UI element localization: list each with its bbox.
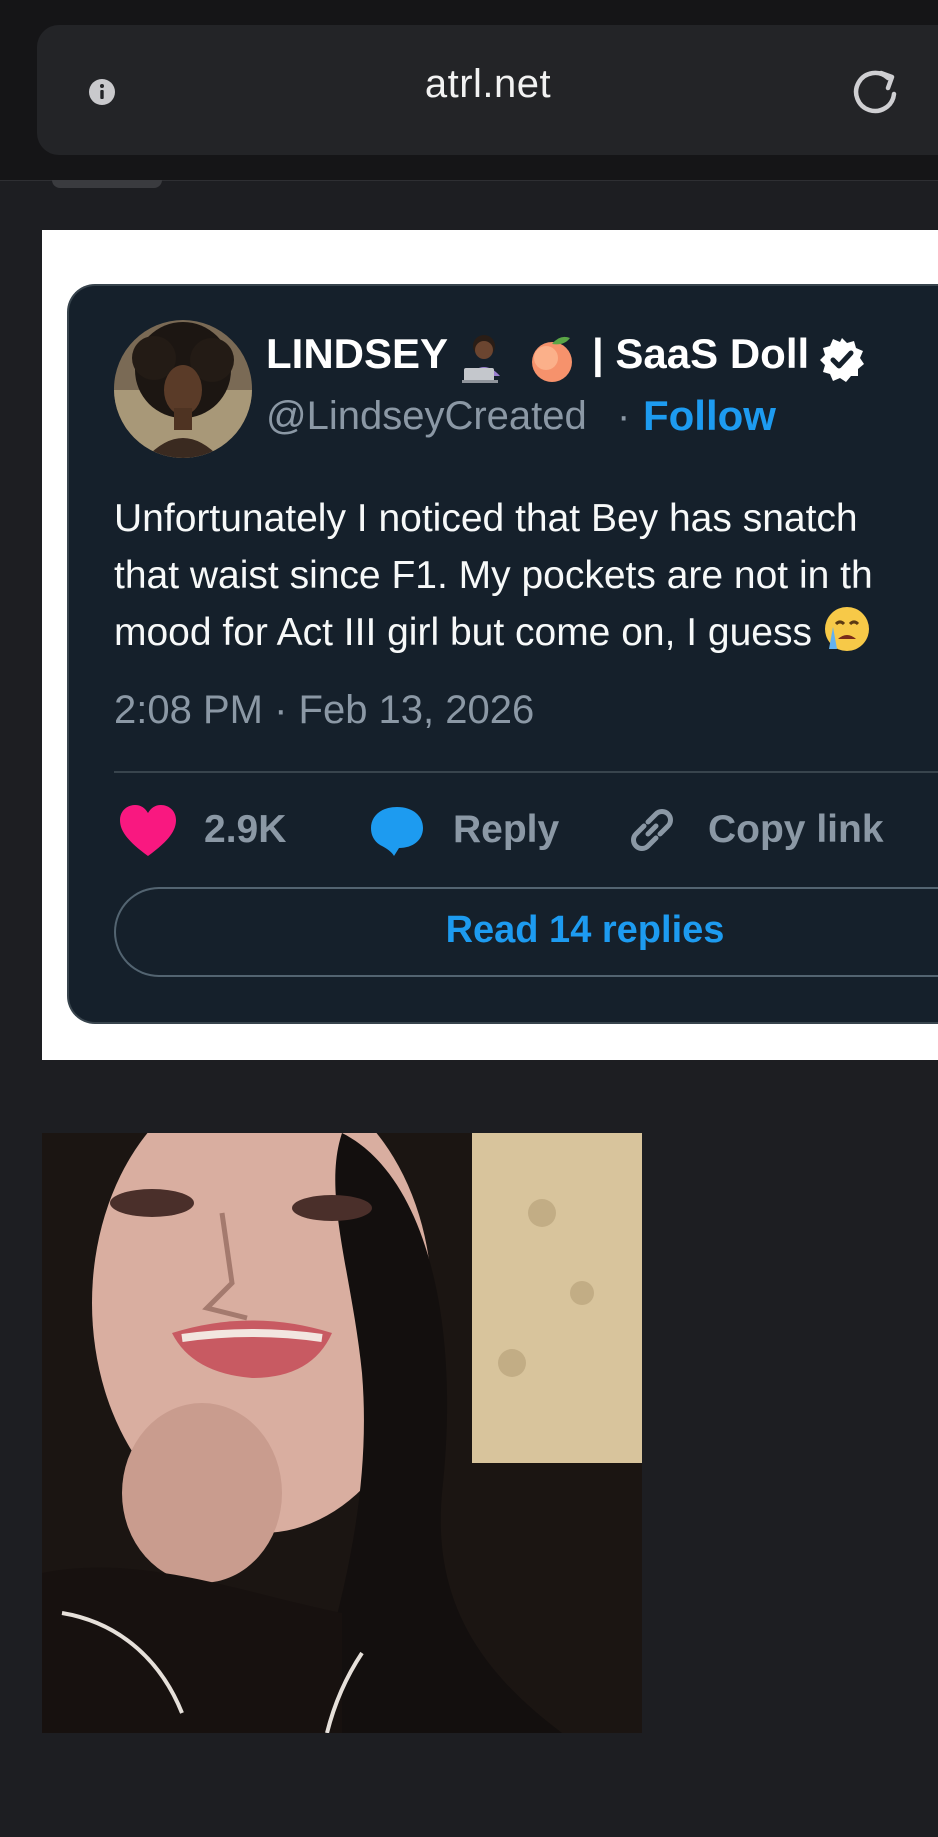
url-text[interactable]: atrl.net <box>0 62 938 107</box>
handle-separator: · <box>617 394 631 438</box>
follow-link[interactable]: Follow <box>643 392 776 440</box>
heart-icon[interactable] <box>118 804 178 858</box>
like-count[interactable]: 2.9K <box>204 808 286 852</box>
copy-link-button[interactable]: Copy link <box>708 808 884 852</box>
reload-icon[interactable] <box>848 64 904 120</box>
divider <box>114 771 938 773</box>
loudly-crying-face-emoji <box>824 607 869 651</box>
tweet-text: Unfortunately I noticed that Bey has sna… <box>114 490 938 661</box>
read-replies-label[interactable]: Read 14 replies <box>114 909 938 952</box>
tweet-text-segment: mood for Act III girl but come on, I gue… <box>114 611 813 654</box>
reply-button[interactable]: Reply <box>453 808 559 852</box>
avatar[interactable] <box>114 320 252 458</box>
animated-gif-image[interactable] <box>42 1133 642 1733</box>
previous-image-edge <box>52 180 162 188</box>
verified-badge-icon <box>820 338 864 382</box>
tweet-text-line: mood for Act III girl but come on, I gue… <box>114 604 938 661</box>
reply-bubble-icon[interactable] <box>368 804 426 858</box>
tweet-timestamp[interactable]: 2:08 PM · Feb 13, 2026 <box>114 688 534 733</box>
woman-technologist-emoji <box>462 335 500 383</box>
display-name-suffix[interactable]: | SaaS Doll <box>592 330 809 378</box>
tweet-text-line: that waist since F1. My pockets are not … <box>114 554 873 597</box>
link-icon[interactable] <box>624 802 680 858</box>
tweet-text-line: Unfortunately I noticed that Bey has sna… <box>114 497 858 540</box>
user-handle[interactable]: @LindseyCreated <box>266 394 587 439</box>
peach-emoji <box>532 336 572 382</box>
display-name[interactable]: LINDSEY <box>266 330 448 378</box>
